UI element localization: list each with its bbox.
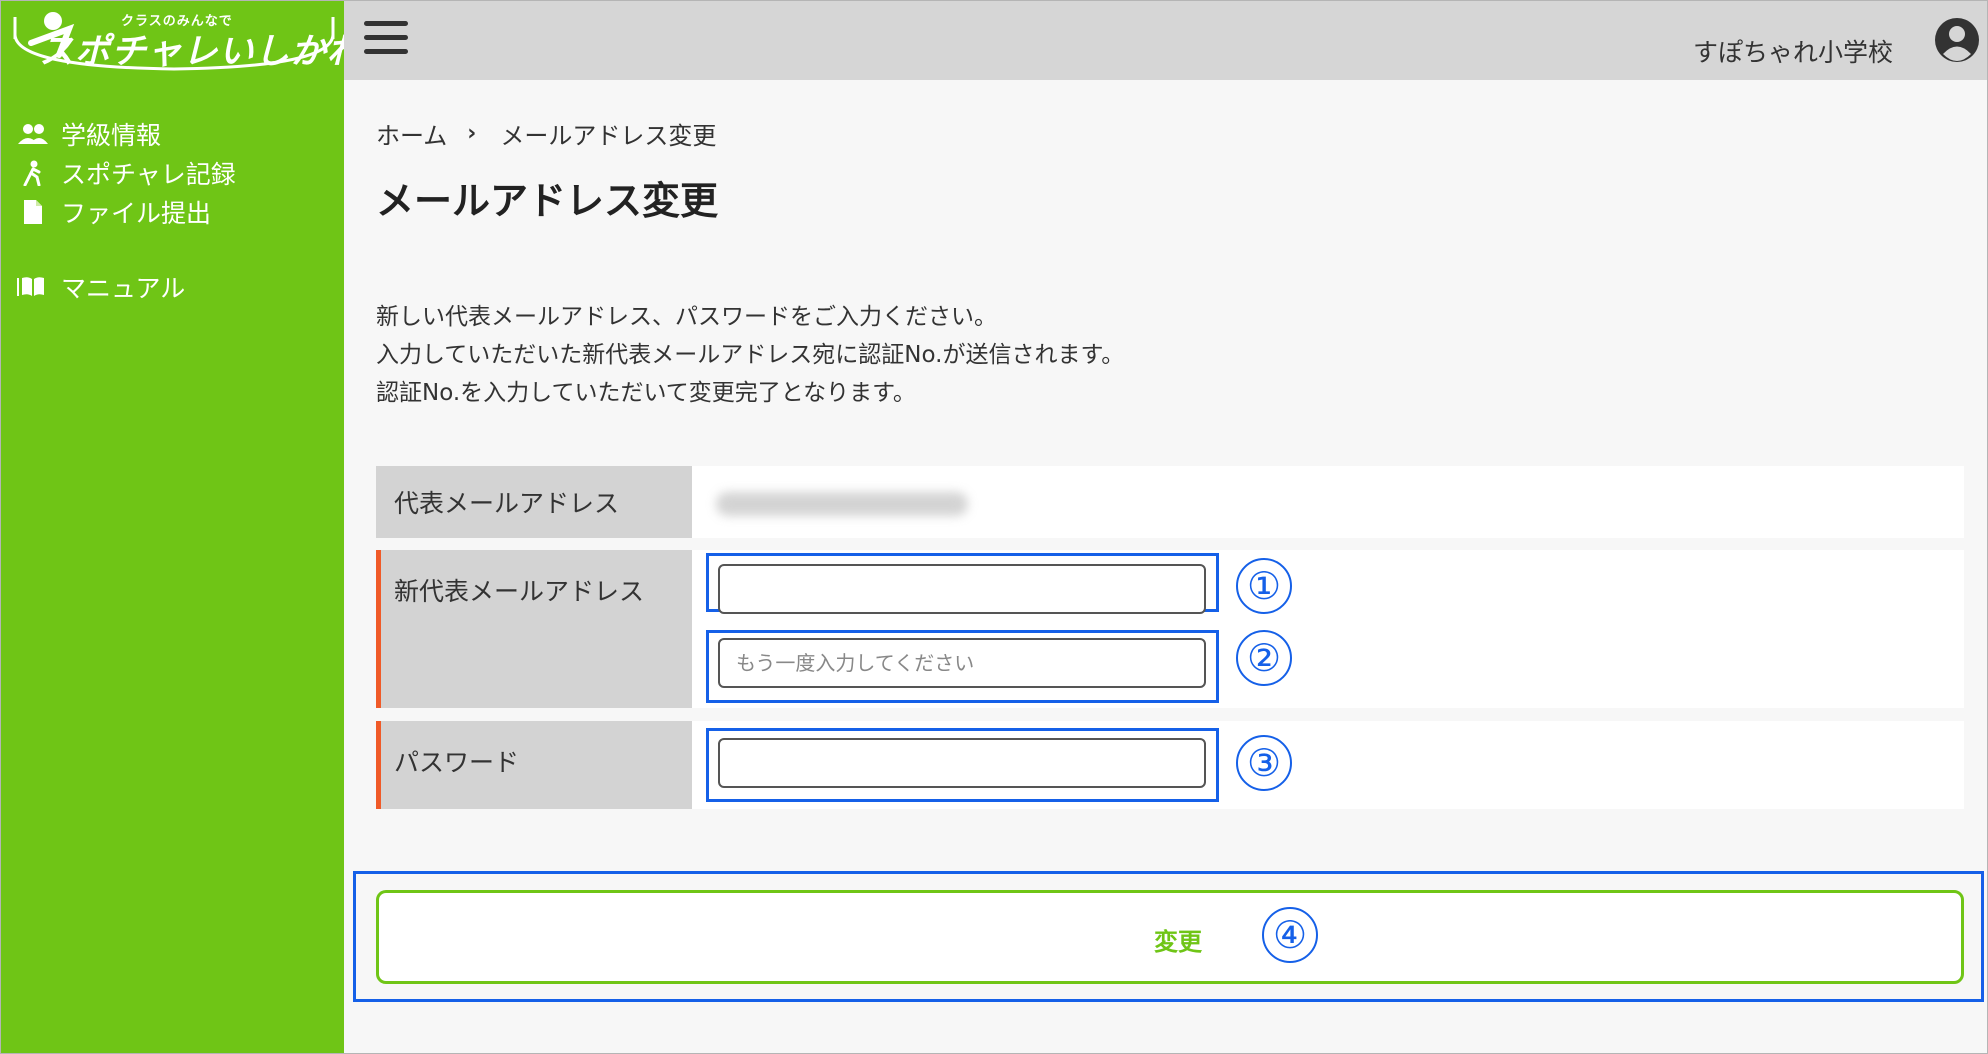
annotation-marker-2: ② — [1236, 630, 1292, 686]
sidebar-nav: 学級情報 スポチャレ記録 ファイル提出 — [1, 114, 344, 231]
app-window: クラスのみんなで スポチャレいしかわ 学級情報 スポチャレ記録 ファイル提出 マ… — [0, 0, 1988, 1054]
current-email-label: 代表メールアドレス — [376, 466, 692, 538]
school-name: すぽちゃれ小学校 — [1692, 38, 1893, 67]
confirm-email-input[interactable] — [734, 650, 1204, 676]
description-line: 新しい代表メールアドレス、パスワードをご入力ください。 — [376, 304, 997, 330]
sidebar-item-label: スポチャレ記録 — [61, 159, 236, 189]
annotation-marker-1: ① — [1236, 558, 1292, 614]
annotation-marker-3: ③ — [1236, 735, 1292, 791]
avatar-icon[interactable] — [1934, 17, 1980, 63]
current-email-row: 代表メールアドレス — [376, 466, 1964, 538]
sidebar-item-file-submit[interactable]: ファイル提出 — [1, 192, 344, 231]
page-description: 新しい代表メールアドレス、パスワードをご入力ください。 入力していただいた新代表… — [376, 298, 1124, 412]
new-email-field[interactable] — [718, 564, 1206, 614]
sidebar-item-label: マニュアル — [61, 273, 186, 303]
sidebar-item-manual[interactable]: マニュアル — [1, 267, 185, 306]
sidebar: クラスのみんなで スポチャレいしかわ 学級情報 スポチャレ記録 ファイル提出 マ… — [1, 1, 362, 1053]
sidebar-item-spochalle-record[interactable]: スポチャレ記録 — [1, 153, 344, 192]
new-email-label: 新代表メールアドレス — [376, 550, 692, 708]
change-submit-button[interactable]: 変更 ④ — [376, 890, 1964, 984]
sidebar-item-class-info[interactable]: 学級情報 — [1, 114, 344, 153]
main-content: ホーム › メールアドレス変更 メールアドレス変更 新しい代表メールアドレス、パ… — [344, 80, 1987, 1053]
description-line: 入力していただいた新代表メールアドレス宛に認証No.が送信されます。 — [376, 342, 1125, 368]
submit-button-label: 変更 — [1154, 928, 1202, 956]
sidebar-item-label: 学級情報 — [61, 120, 162, 150]
breadcrumb-current: メールアドレス変更 — [500, 122, 717, 150]
people-icon — [17, 120, 49, 148]
annotation-marker-4: ④ — [1262, 907, 1318, 963]
book-icon — [17, 273, 49, 301]
confirm-email-field[interactable] — [718, 638, 1206, 688]
running-icon — [17, 159, 49, 187]
password-label: パスワード — [376, 721, 692, 809]
description-line: 認証No.を入力していただいて変更完了となります。 — [376, 380, 916, 406]
sidebar-item-label: ファイル提出 — [61, 198, 212, 228]
menu-icon[interactable] — [364, 21, 408, 61]
logo-title: スポチャレいしかわ — [39, 32, 363, 72]
page-title: メールアドレス変更 — [376, 179, 719, 223]
top-header: すぽちゃれ小学校 — [344, 1, 1987, 80]
current-email-value-blurred — [716, 492, 968, 516]
app-logo[interactable]: クラスのみんなで スポチャレいしかわ — [9, 5, 362, 75]
chevron-right-icon: › — [467, 121, 477, 146]
new-email-input[interactable] — [734, 576, 1204, 602]
new-email-row: 新代表メールアドレス ① ② — [376, 550, 1964, 708]
breadcrumb-home-link[interactable]: ホーム — [376, 116, 447, 151]
password-input[interactable] — [734, 750, 1204, 776]
file-icon — [17, 198, 49, 226]
password-field[interactable] — [718, 738, 1206, 788]
password-row: パスワード ③ — [376, 721, 1964, 809]
breadcrumb: ホーム › メールアドレス変更 — [376, 116, 716, 151]
